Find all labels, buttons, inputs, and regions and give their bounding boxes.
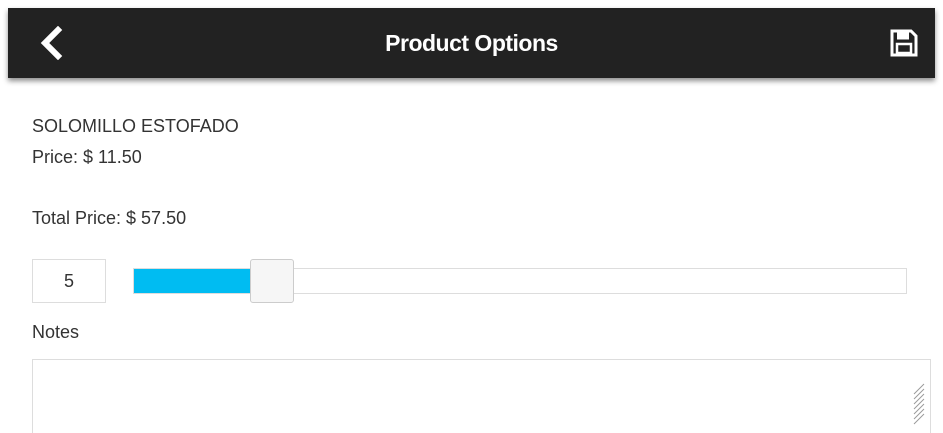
save-button[interactable]: [887, 26, 921, 60]
page-title: Product Options: [385, 30, 558, 56]
product-options-screen: Product Options SOLOMILLO ESTOFADO Price…: [0, 0, 943, 433]
total-price: Total Price: $ 57.50: [32, 208, 187, 228]
unit-price: Price: $ 11.50: [32, 147, 142, 167]
notes-label: Notes: [32, 322, 80, 342]
quantity-slider[interactable]: [133, 259, 907, 303]
chevron-left-icon: [40, 26, 63, 60]
slider-handle[interactable]: [250, 259, 294, 303]
product-name: SOLOMILLO ESTOFADO: [32, 116, 239, 136]
notes-textarea[interactable]: [32, 359, 931, 433]
back-button[interactable]: [34, 24, 68, 62]
header-bar: Product Options: [8, 8, 935, 78]
floppy-disk-icon: [890, 29, 918, 57]
quantity-input[interactable]: [32, 259, 106, 303]
